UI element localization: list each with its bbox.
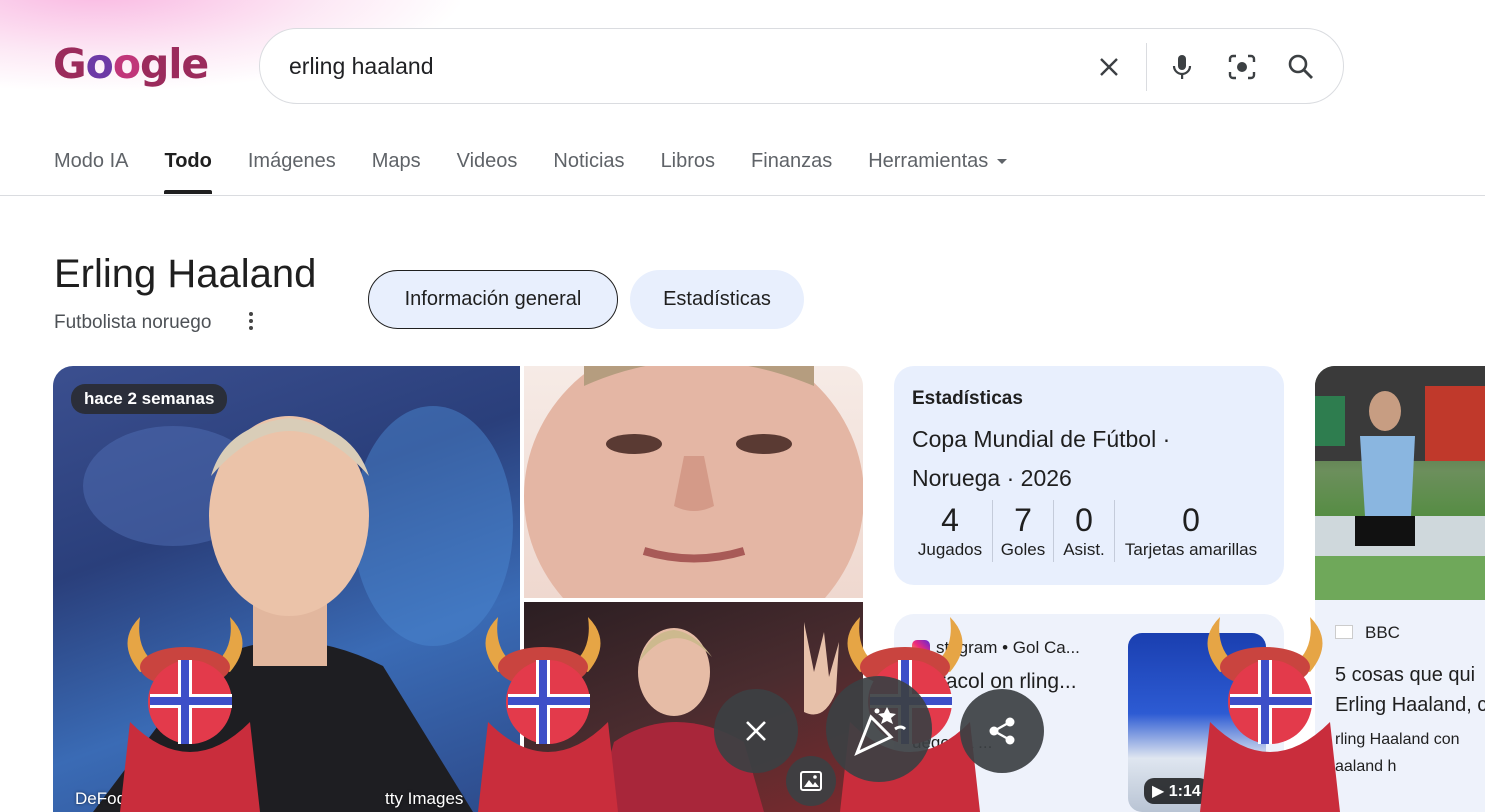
tab-maps[interactable]: Maps	[372, 150, 421, 173]
logo-letter: o	[112, 40, 141, 88]
share-icon	[989, 717, 1015, 745]
viking-mascot-icon	[478, 617, 618, 812]
tabs-divider	[0, 195, 1485, 196]
logo-letter: o	[85, 40, 114, 88]
tab-herramientas[interactable]: Herramientas	[868, 150, 1008, 173]
google-results-page: Google erling haaland Modo IA Todo Imáge…	[0, 0, 1485, 812]
tools-label: Herramientas	[868, 150, 989, 172]
tab-imagenes[interactable]: Imágenes	[248, 150, 336, 173]
news-source: BBC	[1365, 623, 1400, 642]
close-doodle-button[interactable]	[714, 689, 798, 773]
logo-letter: l	[168, 40, 182, 88]
caret-down-icon	[997, 159, 1008, 165]
party-popper-icon	[854, 707, 907, 756]
celebrate-doodle-button[interactable]	[826, 676, 932, 782]
entity-subtitle: Futbolista noruego	[54, 312, 212, 333]
stats-heading: Estadísticas	[912, 388, 1023, 409]
viking-mascot-icon	[1200, 617, 1340, 812]
image-doodle-button[interactable]	[786, 756, 836, 806]
time-badge: hace 2 semanas	[71, 384, 228, 414]
search-box[interactable]: erling haaland	[259, 28, 1344, 104]
stat-label: Jugados	[917, 540, 983, 559]
viking-mascot-icon	[120, 617, 260, 812]
stat-divider	[1053, 500, 1054, 562]
stat-value: 0	[1075, 502, 1093, 538]
image-icon	[800, 771, 822, 791]
tab-videos[interactable]: Videos	[457, 150, 518, 173]
stat-divider	[1114, 500, 1115, 562]
stat-divider	[992, 500, 993, 562]
lens-camera-icon[interactable]	[1226, 51, 1258, 83]
tab-libros[interactable]: Libros	[661, 150, 715, 173]
stat-tarjetas: 0 Tarjetas amarillas	[1118, 502, 1264, 560]
clear-icon[interactable]	[1093, 51, 1125, 83]
news-image[interactable]	[1315, 366, 1485, 600]
tab-noticias[interactable]: Noticias	[553, 150, 624, 173]
tab-finanzas[interactable]: Finanzas	[751, 150, 832, 173]
headline-line: 5 cosas que qui	[1335, 664, 1476, 686]
logo-letter: e	[181, 40, 209, 88]
search-input[interactable]: erling haaland	[289, 53, 434, 80]
stat-value: 0	[1182, 502, 1200, 538]
logo-letter: g	[140, 40, 169, 88]
match-action-illustration	[1315, 366, 1485, 600]
stat-label: Goles	[1000, 540, 1046, 559]
headline-line: Erling Haaland, c	[1335, 694, 1485, 716]
bbc-news-card[interactable]: BBC 5 cosas que qui Erling Haaland, c rli…	[1315, 600, 1485, 812]
stats-competition: Copa Mundial de Fútbol · Noruega · 2026	[912, 426, 1171, 491]
stat-value: 4	[941, 502, 959, 538]
news-snippet: rling Haaland con aaland h	[1335, 726, 1485, 780]
face-photo[interactable]	[524, 366, 863, 598]
share-doodle-button[interactable]	[960, 689, 1044, 773]
close-icon	[746, 721, 766, 741]
tab-modo-ia[interactable]: Modo IA	[54, 150, 128, 173]
stat-goles: 7 Goles	[996, 502, 1050, 560]
snippet-line: rling Haaland con	[1335, 731, 1460, 748]
chip-informacion-general[interactable]: Información general	[368, 270, 618, 329]
photo-credit-right: tty Images	[385, 789, 464, 808]
stat-label: Asist.	[1063, 540, 1105, 559]
face-closeup-illustration	[524, 366, 863, 598]
search-icon[interactable]	[1285, 51, 1317, 83]
more-options-icon[interactable]	[244, 310, 258, 334]
logo-letter: G	[53, 40, 87, 88]
microphone-icon[interactable]	[1166, 51, 1198, 83]
tab-todo[interactable]: Todo	[164, 150, 213, 194]
stats-card[interactable]: Estadísticas Copa Mundial de Fútbol · No…	[894, 366, 1284, 585]
entity-title: Erling Haaland	[54, 252, 317, 296]
stat-value: 7	[1014, 502, 1032, 538]
search-tabs: Modo IA Todo Imágenes Maps Videos Notici…	[54, 150, 1043, 194]
stat-label: Tarjetas amarillas	[1124, 540, 1258, 559]
snippet-line: aaland h	[1335, 758, 1397, 775]
search-divider	[1146, 43, 1147, 91]
news-headline[interactable]: 5 cosas que qui Erling Haaland, c	[1335, 660, 1485, 720]
chip-estadisticas[interactable]: Estadísticas	[630, 270, 804, 329]
stat-jugados: 4 Jugados	[912, 502, 988, 560]
stat-asistencias: 0 Asist.	[1056, 502, 1112, 560]
google-logo[interactable]: Google	[53, 40, 209, 88]
